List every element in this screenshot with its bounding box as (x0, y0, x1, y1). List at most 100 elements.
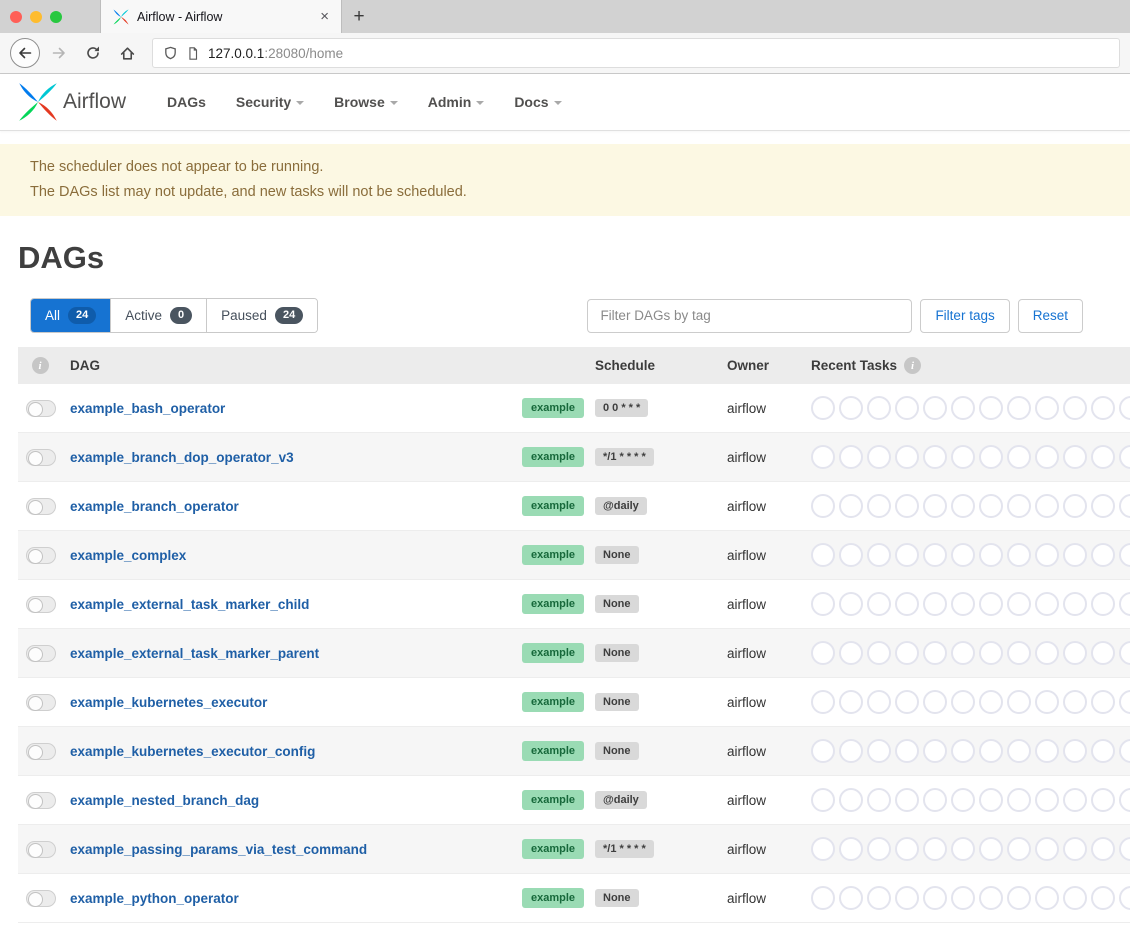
dag-tag-badge[interactable]: example (522, 398, 584, 418)
dag-pause-toggle[interactable] (26, 841, 56, 858)
dag-name-link[interactable]: example_kubernetes_executor_config (62, 744, 522, 759)
dag-tag-badge[interactable]: example (522, 790, 584, 810)
reset-button[interactable]: Reset (1018, 299, 1083, 333)
task-status-circle (811, 641, 835, 665)
dag-name-link[interactable]: example_bash_operator (62, 401, 522, 416)
filter-tab-count-badge: 0 (170, 307, 192, 324)
task-status-circle (811, 690, 835, 714)
dag-name-link[interactable]: example_passing_params_via_test_command (62, 842, 522, 857)
dag-pause-toggle[interactable] (26, 792, 56, 809)
minimize-window-button[interactable] (30, 11, 42, 23)
table-body: example_bash_operator example 0 0 * * * … (0, 384, 1130, 923)
task-status-circle (1063, 641, 1087, 665)
task-status-circle (1119, 690, 1130, 714)
dag-name-link[interactable]: example_branch_dop_operator_v3 (62, 450, 522, 465)
home-button[interactable] (112, 38, 142, 68)
dag-tag-badge[interactable]: example (522, 447, 584, 467)
dag-pause-toggle[interactable] (26, 645, 56, 662)
nav-item-dags[interactable]: DAGs (152, 74, 221, 130)
task-status-circle (839, 543, 863, 567)
dag-tag-badge[interactable]: example (522, 741, 584, 761)
owner-label: airflow (727, 891, 811, 906)
task-status-circle (923, 837, 947, 861)
dag-tag-badge[interactable]: example (522, 839, 584, 859)
toggle-cell (18, 890, 62, 907)
dag-name-link[interactable]: example_external_task_marker_parent (62, 646, 522, 661)
dag-name-link[interactable]: example_nested_branch_dag (62, 793, 522, 808)
task-status-circle (1091, 690, 1115, 714)
task-status-circle (1119, 641, 1130, 665)
toggle-cell (18, 792, 62, 809)
reload-button[interactable] (78, 38, 108, 68)
dag-pause-toggle[interactable] (26, 400, 56, 417)
dag-name-link[interactable]: example_python_operator (62, 891, 522, 906)
task-status-circle (895, 788, 919, 812)
dag-row: example_bash_operator example 0 0 * * * … (18, 384, 1130, 433)
task-status-circle (867, 886, 891, 910)
owner-label: airflow (727, 499, 811, 514)
recent-tasks-row (811, 788, 1130, 812)
nav-item-security[interactable]: Security (221, 74, 319, 130)
dag-pause-toggle[interactable] (26, 547, 56, 564)
dag-tag-badge[interactable]: example (522, 594, 584, 614)
filter-tab-count-badge: 24 (275, 307, 303, 324)
airflow-favicon-icon (113, 9, 129, 25)
info-icon: i (32, 357, 49, 374)
dag-tag-badge[interactable]: example (522, 496, 584, 516)
chevron-down-icon (296, 101, 304, 105)
dag-tag-badge[interactable]: example (522, 545, 584, 565)
recent-tasks-row (811, 739, 1130, 763)
dag-pause-toggle[interactable] (26, 498, 56, 515)
dag-tag-badge[interactable]: example (522, 643, 584, 663)
address-bar[interactable]: 127.0.0.1:28080/home (152, 38, 1120, 68)
task-status-circle (1035, 739, 1059, 763)
dag-tag-badge[interactable]: example (522, 888, 584, 908)
task-status-circle (923, 543, 947, 567)
forward-button[interactable] (44, 38, 74, 68)
filter-dags-by-tag-input[interactable] (587, 299, 912, 333)
dag-tag-badge[interactable]: example (522, 692, 584, 712)
task-status-circle (1119, 788, 1130, 812)
filter-tab-paused[interactable]: Paused24 (207, 299, 317, 332)
dags-table: i DAG Schedule Owner Recent Tasks i exam… (0, 347, 1130, 923)
chevron-down-icon (476, 101, 484, 105)
task-status-circle (839, 739, 863, 763)
filter-tab-all[interactable]: All24 (31, 299, 111, 332)
filter-tags-button[interactable]: Filter tags (920, 299, 1009, 333)
dag-pause-toggle[interactable] (26, 890, 56, 907)
zoom-window-button[interactable] (50, 11, 62, 23)
task-status-circle (895, 543, 919, 567)
dag-pause-toggle[interactable] (26, 449, 56, 466)
back-button[interactable] (10, 38, 40, 68)
task-status-circle (1091, 886, 1115, 910)
nav-item-browse[interactable]: Browse (319, 74, 413, 130)
task-status-circle (1007, 886, 1031, 910)
airflow-brand[interactable]: Airflow (18, 82, 126, 122)
filter-tab-active[interactable]: Active0 (111, 299, 207, 332)
column-header-schedule: Schedule (595, 358, 727, 373)
dag-pause-toggle[interactable] (26, 694, 56, 711)
close-window-button[interactable] (10, 11, 22, 23)
recent-tasks-row (811, 396, 1130, 420)
task-status-circle (1091, 641, 1115, 665)
browser-tab-airflow[interactable]: Airflow - Airflow × (100, 0, 342, 33)
dag-filter-tabs: All24Active0Paused24 (30, 298, 318, 333)
new-tab-button[interactable]: + (342, 0, 376, 33)
dag-name-link[interactable]: example_kubernetes_executor (62, 695, 522, 710)
task-status-circle (867, 837, 891, 861)
owner-label: airflow (727, 450, 811, 465)
task-status-circle (1091, 837, 1115, 861)
task-status-circle (867, 788, 891, 812)
dag-pause-toggle[interactable] (26, 596, 56, 613)
dag-row: example_nested_branch_dag example @daily… (18, 776, 1130, 825)
dag-name-link[interactable]: example_external_task_marker_child (62, 597, 522, 612)
nav-item-admin[interactable]: Admin (413, 74, 500, 130)
task-status-circle (811, 739, 835, 763)
dag-pause-toggle[interactable] (26, 743, 56, 760)
dag-name-link[interactable]: example_complex (62, 548, 522, 563)
schedule-badge: None (595, 644, 639, 662)
task-status-circle (1119, 592, 1130, 616)
nav-item-docs[interactable]: Docs (499, 74, 576, 130)
tab-close-icon[interactable]: × (316, 7, 333, 26)
dag-name-link[interactable]: example_branch_operator (62, 499, 522, 514)
